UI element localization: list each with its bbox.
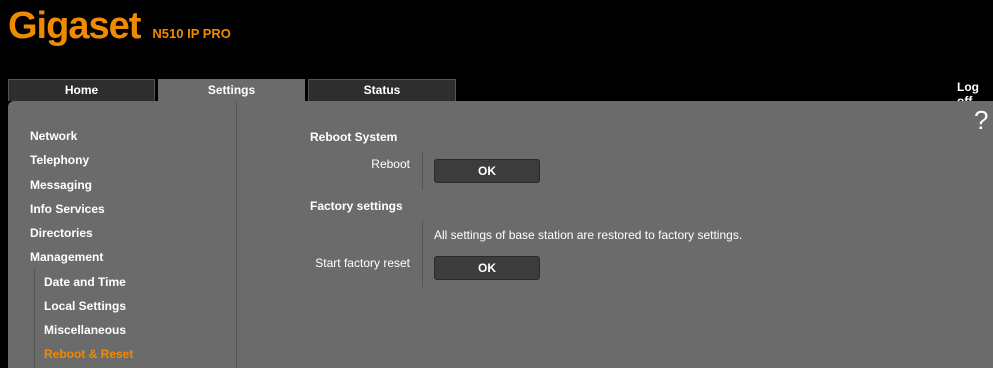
submenu-divider — [34, 269, 35, 368]
sidebar-item-messaging[interactable]: Messaging — [30, 178, 92, 192]
sidebar-subitem-reboot-reset[interactable]: Reboot & Reset — [44, 347, 133, 361]
sidebar-item-network[interactable]: Network — [30, 129, 77, 143]
sidebar-item-management[interactable]: Management — [30, 250, 103, 264]
reboot-ok-button[interactable]: OK — [434, 159, 540, 183]
help-icon[interactable]: ? — [974, 105, 988, 136]
sidebar-nav: Network Telephony Messaging Info Service… — [8, 101, 237, 368]
factory-separator — [422, 221, 423, 287]
sidebar-item-directories[interactable]: Directories — [30, 226, 93, 240]
sidebar-item-telephony[interactable]: Telephony — [30, 153, 89, 167]
sidebar-subitem-local-settings[interactable]: Local Settings — [44, 299, 126, 313]
logo-text: Gigaset — [8, 5, 141, 47]
factory-section-title: Factory settings — [310, 199, 403, 213]
tab-home[interactable]: Home — [8, 79, 155, 101]
settings-panel: Network Telephony Messaging Info Service… — [8, 101, 993, 368]
sidebar-subitem-date-time[interactable]: Date and Time — [44, 275, 126, 289]
factory-reset-label: Start factory reset — [315, 256, 410, 270]
tab-status[interactable]: Status — [308, 79, 456, 101]
sidebar-subitem-miscellaneous[interactable]: Miscellaneous — [44, 323, 126, 337]
sidebar-item-info-services[interactable]: Info Services — [30, 202, 105, 216]
tab-settings[interactable]: Settings — [158, 79, 305, 103]
gigaset-logo: Gigaset N510 IP PRO — [8, 5, 231, 47]
factory-reset-ok-button[interactable]: OK — [434, 256, 540, 280]
factory-info-text: All settings of base station are restore… — [434, 228, 743, 242]
main-tabs: Home Settings Status — [8, 79, 459, 103]
reboot-section-title: Reboot System — [310, 130, 398, 144]
reboot-label: Reboot — [371, 157, 410, 171]
reboot-separator — [422, 151, 423, 190]
model-name: N510 IP PRO — [152, 26, 231, 41]
